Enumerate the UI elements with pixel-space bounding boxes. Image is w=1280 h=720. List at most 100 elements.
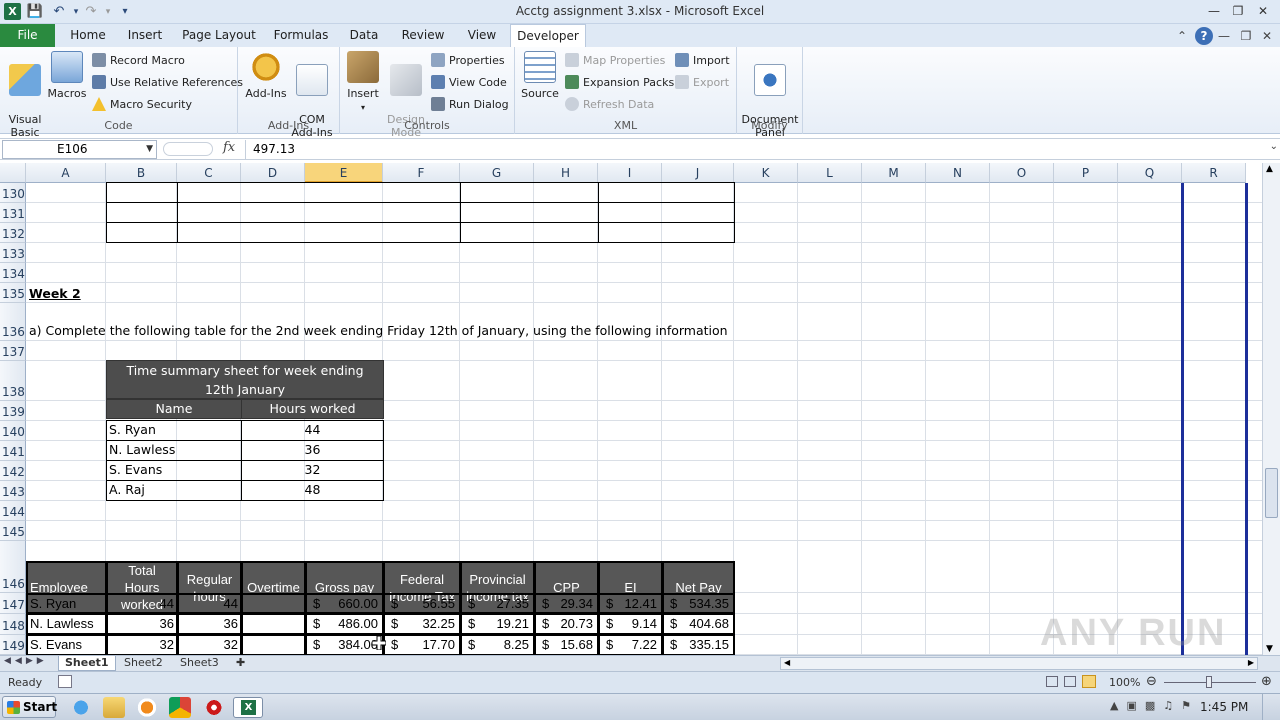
zoom-out-icon[interactable]: ⊖ [1146,674,1157,689]
insert-control-button[interactable]: Insert ▾ [344,51,382,114]
scroll-down-icon[interactable]: ▼ [1266,644,1273,654]
payroll-cell-employee[interactable]: S. Evans [26,635,107,655]
payroll-cell-gross[interactable]: $486.00 [305,614,384,635]
expand-formula-bar-icon[interactable]: ⌄ [1270,141,1278,152]
payroll-cell-total[interactable]: 32 [106,635,178,655]
payroll-cell-overtime[interactable] [241,614,306,635]
normal-view-icon[interactable] [1046,676,1058,687]
tab-insert[interactable]: Insert [122,24,168,47]
vertical-scrollbar[interactable]: ▲ ▼ [1262,163,1280,655]
time-summary-name-header[interactable]: Name [106,399,242,419]
column-header-i[interactable]: I [598,163,662,183]
column-header-n[interactable]: N [926,163,990,183]
payroll-cell-federal[interactable]: $32.25 [383,614,461,635]
formula-bar-splitter[interactable] [163,142,213,156]
scroll-right-icon[interactable]: ▶ [1248,658,1254,667]
column-header-k[interactable]: K [734,163,798,183]
bordered-empty-cell[interactable] [177,222,461,243]
bordered-empty-cell[interactable] [106,222,178,243]
tab-review[interactable]: Review [396,24,450,47]
media-player-icon[interactable] [136,697,158,718]
column-header-h[interactable]: H [534,163,598,183]
column-header-c[interactable]: C [177,163,241,183]
column-header-d[interactable]: D [241,163,305,183]
bordered-empty-cell[interactable] [598,202,735,223]
name-box-dropdown-icon[interactable]: ▼ [146,141,153,158]
column-header-f[interactable]: F [383,163,460,183]
bordered-empty-cell[interactable] [177,202,461,223]
select-all-corner[interactable] [0,163,26,183]
payroll-cell-gross[interactable]: $660.00 [305,593,384,614]
row-header-144[interactable]: 144 [0,501,26,521]
minimize-icon[interactable]: — [1203,2,1225,20]
row-header-140[interactable]: 140 [0,421,26,441]
time-summary-name-cell[interactable]: S. Evans [106,460,242,481]
payroll-cell-employee[interactable]: S. Ryan [26,593,107,614]
row-header-130[interactable]: 130 [0,183,26,203]
sheet-nav-icons[interactable]: ◀◀▶▶ [4,656,48,666]
payroll-cell-regular[interactable]: 32 [177,635,242,655]
bordered-empty-cell[interactable] [460,222,599,243]
row-header-134[interactable]: 134 [0,263,26,283]
name-box[interactable]: E106 ▼ [2,140,157,159]
scroll-up-icon[interactable]: ▲ [1266,164,1273,174]
minimize-ribbon-icon[interactable]: ⌃ [1173,27,1191,45]
tab-data[interactable]: Data [344,24,384,47]
time-summary-name-cell[interactable]: A. Raj [106,480,242,501]
row-header-148[interactable]: 148 [0,614,26,635]
run-dialog-button[interactable]: Run Dialog [431,96,509,114]
payroll-cell-federal[interactable]: $17.70 [383,635,461,655]
bordered-empty-cell[interactable] [598,182,735,203]
tab-view[interactable]: View [462,24,502,47]
row-header-147[interactable]: 147 [0,593,26,614]
column-header-p[interactable]: P [1054,163,1118,183]
formula-input[interactable]: 497.13 [245,140,1263,159]
tab-formulas[interactable]: Formulas [270,24,332,47]
column-header-r[interactable]: R [1182,163,1246,183]
column-header-l[interactable]: L [798,163,862,183]
macro-recording-icon[interactable] [58,675,72,688]
insert-sheet-icon[interactable]: ✚ [230,656,251,671]
chrome-icon[interactable] [169,697,191,718]
source-button[interactable]: Source [520,51,560,100]
payroll-cell-cpp[interactable]: $29.34 [534,593,599,614]
start-button[interactable]: Start [2,696,57,718]
instruction-text[interactable]: a) Complete the following table for the … [27,322,730,340]
row-header-131[interactable]: 131 [0,203,26,223]
vertical-scroll-thumb[interactable] [1265,468,1278,518]
bordered-empty-cell[interactable] [598,222,735,243]
column-header-q[interactable]: Q [1118,163,1182,183]
workbook-minimize-icon[interactable]: — [1215,27,1233,45]
time-summary-hours-cell[interactable]: 44 [241,420,384,441]
horizontal-scrollbar[interactable]: ◀ ▶ [780,657,1258,670]
row-header-136[interactable]: 136 [0,303,26,341]
ie-icon[interactable] [70,697,92,718]
column-header-g[interactable]: G [460,163,534,183]
row-header-135[interactable]: 135 [0,283,26,303]
tray-icons[interactable]: ▲▣▩♫⚑ [1110,699,1199,712]
payroll-cell-regular[interactable]: 44 [177,593,242,614]
macros-button[interactable]: Macros [46,51,88,100]
row-header-143[interactable]: 143 [0,481,26,501]
time-summary-hours-cell[interactable]: 48 [241,480,384,501]
payroll-cell-provincial[interactable]: $19.21 [460,614,535,635]
payroll-cell-employee[interactable]: N. Lawless [26,614,107,635]
column-header-j[interactable]: J [662,163,734,183]
tab-page-layout[interactable]: Page Layout [180,24,258,47]
time-summary-hours-header[interactable]: Hours worked [241,399,384,419]
bordered-empty-cell[interactable] [106,182,178,203]
row-header-146[interactable]: 146 [0,541,26,593]
record-macro-button[interactable]: Record Macro [92,52,185,70]
row-header-139[interactable]: 139 [0,401,26,421]
export-button[interactable]: Export [675,74,729,92]
row-header-133[interactable]: 133 [0,243,26,263]
insert-function-icon[interactable]: fx [223,140,235,155]
tab-home[interactable]: Home [64,24,112,47]
import-button[interactable]: Import [675,52,730,70]
payroll-cell-total[interactable]: 44 [106,593,178,614]
use-relative-references-button[interactable]: Use Relative References [92,74,243,92]
payroll-cell-overtime[interactable] [241,635,306,655]
payroll-cell-overtime[interactable] [241,593,306,614]
bordered-empty-cell[interactable] [460,202,599,223]
taskbar-clock[interactable]: 1:45 PM [1200,700,1248,714]
